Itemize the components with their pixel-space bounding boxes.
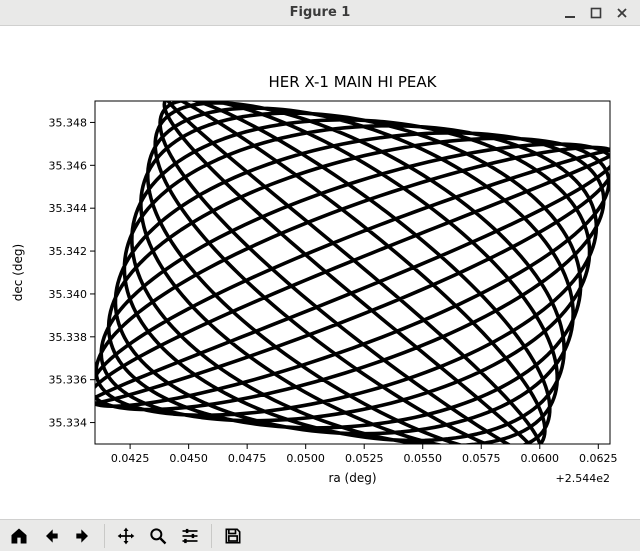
y-tick-label: 35.344 [49, 202, 88, 215]
zoom-icon [148, 526, 168, 546]
y-tick-label: 35.334 [49, 417, 88, 430]
move-icon [116, 526, 136, 546]
y-tick-label: 35.342 [49, 245, 88, 258]
trace-line [87, 96, 618, 458]
home-button[interactable] [4, 521, 34, 551]
x-tick-label: 0.0600 [521, 452, 560, 465]
arrow-left-icon [41, 526, 61, 546]
y-tick-label: 35.346 [49, 160, 88, 173]
x-offset-label: +2.544e2 [556, 472, 610, 485]
matplotlib-toolbar [0, 519, 640, 551]
x-tick-label: 0.0500 [286, 452, 325, 465]
home-icon [9, 526, 29, 546]
y-axis-label: dec (deg) [11, 244, 25, 301]
x-tick-label: 0.0525 [345, 452, 384, 465]
toolbar-separator [211, 524, 212, 548]
save-button[interactable] [218, 521, 248, 551]
window-titlebar: Figure 1 [0, 0, 640, 26]
y-tick-label: 35.336 [49, 374, 88, 387]
zoom-button[interactable] [143, 521, 173, 551]
x-tick-label: 0.0575 [462, 452, 501, 465]
x-tick-label: 0.0550 [403, 452, 442, 465]
arrow-right-icon [73, 526, 93, 546]
y-tick-label: 35.340 [49, 288, 88, 301]
y-tick-label: 35.348 [49, 117, 88, 130]
toolbar-separator [104, 524, 105, 548]
maximize-button[interactable] [588, 5, 604, 21]
x-tick-label: 0.0625 [579, 452, 618, 465]
configure-subplots-button[interactable] [175, 521, 205, 551]
x-axis-label: ra (deg) [328, 471, 376, 485]
window-title: Figure 1 [0, 5, 640, 20]
x-tick-label: 0.0450 [169, 452, 208, 465]
x-tick-label: 0.0425 [111, 452, 150, 465]
y-tick-label: 35.338 [49, 331, 88, 344]
back-button[interactable] [36, 521, 66, 551]
x-tick-label: 0.0475 [228, 452, 267, 465]
minimize-button[interactable] [562, 5, 578, 21]
pan-button[interactable] [111, 521, 141, 551]
sliders-icon [180, 526, 200, 546]
chart-title: HER X-1 MAIN HI PEAK [269, 73, 438, 91]
close-button[interactable] [614, 5, 630, 21]
forward-button[interactable] [68, 521, 98, 551]
figure-canvas[interactable]: HER X-1 MAIN HI PEAK 0.0425 0.0450 0.0475 0.… [0, 26, 640, 519]
save-icon [223, 526, 243, 546]
